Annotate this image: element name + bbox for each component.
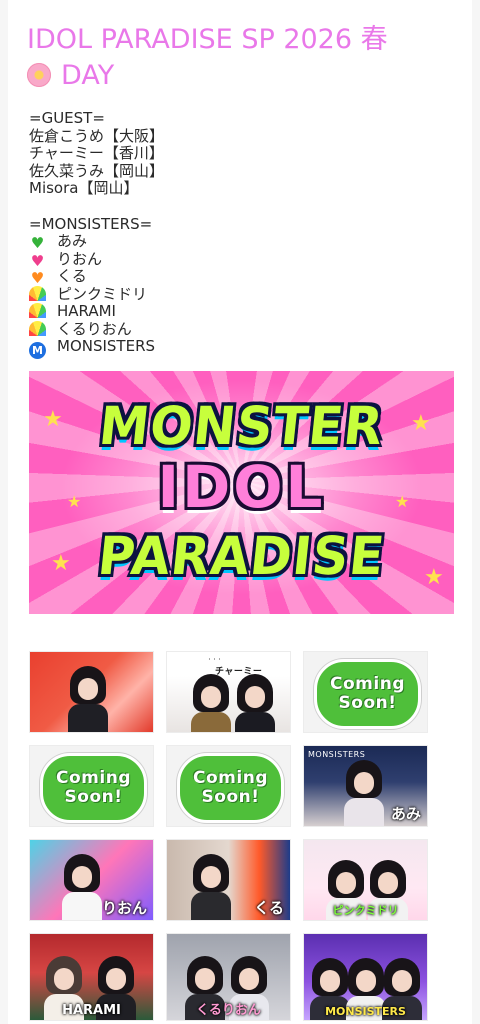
monsisters-item-label: あみ [57,232,88,250]
performer-caption: くるりおん [196,1003,261,1018]
monsisters-item: くるりおん [29,319,449,339]
orange-heart-icon: ♥ [30,269,45,287]
performer-photo-tile[interactable]: りおん [29,839,154,921]
performer-caption: あみ [390,805,421,823]
rainbow-icon [29,320,46,336]
logo-text-idol: IDOL [157,453,326,521]
performer-topcaption: MONSISTERS [308,750,366,759]
coming-soon-badge: Coming Soon! [177,753,284,823]
performer-caption: くる [254,899,284,917]
monsisters-item-label: りおん [57,249,103,268]
monsisters-item: ♥ くる [29,267,449,287]
coming-soon-line1: Coming [56,768,131,788]
performer-caption: HARAMI [62,1003,121,1018]
guest-name: チャーミー【香川】 [29,144,164,162]
coming-soon-badge: Coming Soon! [314,659,421,729]
performer-photo-tile[interactable]: ・・・ チャーミー [166,651,291,733]
lineup-text: =GUEST= 佐倉こうめ【大阪】 チャーミー【香川】 佐久菜うみ【岡山】 Mi… [29,109,449,359]
performer-photo-tile[interactable]: くるりおん [166,933,291,1021]
guest-name: 佐倉こうめ【大阪】 [29,126,165,145]
coming-soon-line2: Soon! [64,787,123,807]
guest-header: =GUEST= [29,109,105,127]
metro-m-icon: M [29,342,46,359]
monsisters-item: HARAMI [29,302,449,321]
monsisters-item: ♥ あみ [29,232,449,252]
monsisters-item-label: くる [57,267,87,285]
monsisters-item: ♥ りおん [29,249,449,270]
coming-soon-tile[interactable]: Coming Soon! [29,745,154,827]
event-title-line2: DAY [27,58,457,94]
performer-photo-tile[interactable]: MONSISTERS [303,933,428,1021]
event-title: IDOL PARADISE SP 2026 春 DAY [27,22,457,94]
performer-photo-tile[interactable]: HARAMI [29,933,154,1021]
coming-soon-line2: Soon! [201,787,260,807]
coming-soon-line2: Soon! [338,693,397,713]
coming-soon-tile[interactable]: Coming Soon! [166,745,291,827]
tile-small-text: ・・・ [207,657,223,663]
monsisters-item-label: MONSISTERS [57,337,156,355]
logo-text-paradise: PARADISE [95,525,388,587]
performer-photo-tile[interactable]: MONSISTERS あみ [303,745,428,827]
performer-caption: りおん [101,899,147,917]
logo-text-monster: MONSTER [96,395,387,457]
event-title-line1: IDOL PARADISE SP 2026 春 [27,24,388,55]
performer-caption: MONSISTERS [325,1005,406,1018]
performer-photo-tile[interactable]: ピンクミドリ [303,839,428,921]
cherry-blossom-icon [27,63,51,87]
performer-photo-tile[interactable]: くる [166,839,291,921]
pink-heart-icon: ♥ [30,251,45,270]
monsisters-header: =MONSISTERS= [29,214,153,233]
monsisters-item-label: ピンクミドリ [57,284,148,303]
monsisters-item-label: くるりおん [57,319,132,338]
rainbow-icon [29,303,46,318]
performer-grid: ・・・ チャーミー Coming Soon! Coming Soon! Comi… [29,651,429,1021]
guest-name: Misora【岡山】 [29,179,139,197]
coming-soon-tile[interactable]: Coming Soon! [303,651,428,733]
monsisters-item: M MONSISTERS [29,337,449,359]
coming-soon-badge: Coming Soon! [40,753,147,823]
event-logo-banner[interactable]: ★ ★ ★ ★ ★ ★ MONSTER IDOL PARADISE [29,371,454,614]
guest-name: 佐久菜うみ【岡山】 [29,161,165,180]
monsisters-item-label: HARAMI [57,302,116,320]
performer-caption: ピンクミドリ [332,904,399,917]
event-title-day: DAY [61,60,115,91]
rainbow-icon [29,285,46,301]
green-heart-icon: ♥ [30,234,45,252]
coming-soon-line1: Coming [193,768,268,788]
performer-photo-tile[interactable] [29,651,154,733]
monsisters-item: ピンクミドリ [29,284,449,304]
coming-soon-line1: Coming [330,674,405,694]
